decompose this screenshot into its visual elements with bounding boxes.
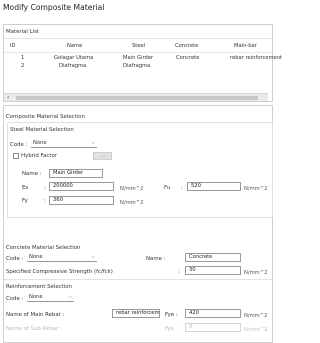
- es-field[interactable]: 200000: [49, 182, 114, 191]
- fye-label: Fye :: [165, 312, 178, 318]
- steel-code-value: None: [33, 140, 47, 146]
- es-colon: :: [44, 185, 46, 191]
- steel-code-select[interactable]: None ⌵: [31, 139, 97, 148]
- column-header-main-bar[interactable]: Main-bar: [234, 43, 257, 49]
- table-row[interactable]: 1 Golagar Utama Main Girder Concrete reb…: [4, 55, 282, 62]
- table-row[interactable]: 2 Diafragma Diafragma: [4, 63, 272, 70]
- cell-id: 1: [21, 55, 25, 61]
- fu-unit: N/mm^2: [244, 186, 268, 192]
- fu-field[interactable]: 520: [187, 182, 241, 191]
- es-label: Es: [22, 185, 29, 191]
- main-rebar-label: Name of Main Rebar :: [6, 312, 65, 318]
- concrete-divider: [4, 279, 272, 280]
- reinforcement-code-label: Code :: [6, 296, 24, 302]
- fye-unit: N/mm^2: [244, 313, 268, 319]
- column-header-name[interactable]: Name: [67, 43, 82, 49]
- concrete-selection-title: Concrete Material Selection: [6, 245, 81, 251]
- compressive-strength-field[interactable]: 30: [185, 266, 241, 275]
- sub-rebar-label: Name of Sub Rebar :: [6, 326, 62, 332]
- fy-unit: N/mm^2: [120, 200, 144, 206]
- compressive-strength-colon: :: [178, 269, 180, 275]
- hybrid-factor-button[interactable]: ...: [93, 152, 112, 160]
- main-rebar-field[interactable]: rebar reinforcemen: [112, 309, 160, 318]
- reinforcement-code-select[interactable]: None ⌵: [27, 293, 74, 302]
- hybrid-factor-checkbox[interactable]: [13, 153, 19, 159]
- cell-name: Golagar Utama: [54, 55, 94, 61]
- chevron-down-icon: ⌵: [91, 254, 95, 260]
- table-header-divider: [4, 52, 272, 53]
- fys-field[interactable]: 0: [185, 323, 241, 332]
- column-header-concrete[interactable]: Concrete: [175, 43, 198, 49]
- cell-id: 2: [21, 63, 25, 69]
- steel-name-label: Name :: [22, 171, 42, 177]
- cell-steel: Diafragma: [123, 63, 151, 69]
- compressive-strength-unit: N/mm^2: [244, 270, 268, 276]
- material-table: ID Name Steel Concrete Main-bar 1 Golaga…: [4, 43, 282, 73]
- material-list-divider: [4, 38, 272, 39]
- composite-selection-title: Composite Material Selection: [6, 114, 85, 120]
- reinforcement-selection-title: Reinforcement Selection: [6, 284, 72, 290]
- cell-main-bar: rebar reinforcement: [230, 55, 283, 61]
- fy-colon: :: [44, 198, 46, 204]
- chevron-down-icon: ⌵: [91, 140, 95, 146]
- concrete-name-label: Name :: [146, 256, 166, 262]
- chevron-down-icon: ⌵: [68, 294, 72, 300]
- concrete-name-field[interactable]: Concrete: [185, 253, 241, 262]
- fy-label: Fy: [22, 198, 28, 204]
- fys-label: Fys :: [165, 326, 178, 332]
- hybrid-factor-button-label: ...: [100, 153, 105, 159]
- cell-concrete: Concrete: [176, 55, 200, 61]
- material-list-title: Material List: [6, 29, 40, 35]
- es-unit: N/mm^2: [120, 186, 144, 192]
- scrollbar-thumb[interactable]: [16, 96, 258, 100]
- fu-colon: :: [181, 185, 183, 191]
- steel-selection-title: Steel Material Selection: [10, 127, 74, 133]
- fye-field[interactable]: 420: [185, 309, 241, 318]
- fu-label: Fu: [164, 185, 171, 191]
- reinforcement-code-value: None: [29, 294, 43, 300]
- compressive-strength-label: Specified Compressive Strength (fc/fck): [6, 269, 113, 275]
- fys-unit: N/mm^2: [244, 327, 268, 333]
- cell-steel: Main Girder: [123, 55, 154, 61]
- window-title: Modify Composite Material: [3, 3, 105, 12]
- fy-field[interactable]: 360: [49, 196, 114, 205]
- cell-name: Diafragma: [59, 63, 87, 69]
- steel-code-label: Code :: [10, 142, 28, 148]
- scroll-left-icon[interactable]: ‹: [7, 94, 9, 101]
- hybrid-factor-label: Hybrid Factor: [21, 153, 58, 159]
- horizontal-scrollbar[interactable]: ‹: [4, 93, 268, 101]
- steel-name-field[interactable]: Main Girder: [49, 169, 103, 178]
- concrete-code-label: Code :: [6, 256, 24, 262]
- concrete-code-select[interactable]: None ⌵: [27, 253, 97, 262]
- column-header-steel[interactable]: Steel: [132, 43, 145, 49]
- concrete-code-value: None: [29, 254, 43, 260]
- column-header-id[interactable]: ID: [10, 43, 16, 49]
